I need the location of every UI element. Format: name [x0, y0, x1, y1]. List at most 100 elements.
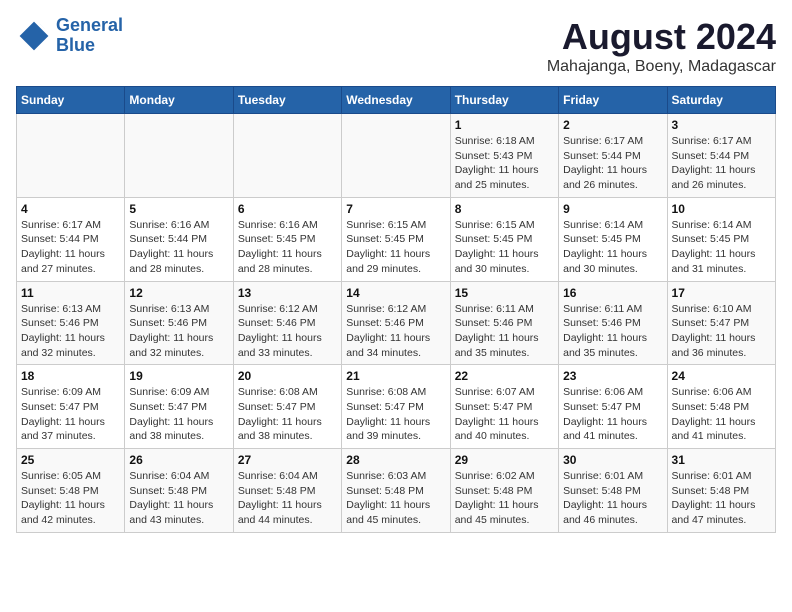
calendar-cell: 13 Sunrise: 6:12 AMSunset: 5:46 PMDayligh…: [233, 281, 341, 365]
calendar-week-row: 25 Sunrise: 6:05 AMSunset: 5:48 PMDayligh…: [17, 449, 776, 533]
subtitle: Mahajanga, Boeny, Madagascar: [547, 58, 776, 76]
day-info: Sunrise: 6:04 AMSunset: 5:48 PMDaylight:…: [129, 469, 228, 528]
day-info: Sunrise: 6:06 AMSunset: 5:47 PMDaylight:…: [563, 385, 662, 444]
day-number: 11: [21, 286, 120, 300]
calendar-cell: 12Sunrise: 6:13 AMSunset: 5:46 PMDayligh…: [125, 281, 233, 365]
day-info: Sunrise: 6:09 AMSunset: 5:47 PMDaylight:…: [21, 385, 120, 444]
calendar-cell: 11 Sunrise: 6:13 AMSunset: 5:46 PMDayligh…: [17, 281, 125, 365]
day-info: Sunrise: 6:02 AMSunset: 5:48 PMDaylight:…: [455, 469, 554, 528]
day-number: 17: [672, 286, 771, 300]
calendar-cell: 29 Sunrise: 6:02 AMSunset: 5:48 PMDayligh…: [450, 449, 558, 533]
calendar-cell: 17 Sunrise: 6:10 AMSunset: 5:47 PMDayligh…: [667, 281, 775, 365]
day-of-week-header: Monday: [125, 87, 233, 114]
day-number: 14: [346, 286, 445, 300]
calendar-cell: 26 Sunrise: 6:04 AMSunset: 5:48 PMDayligh…: [125, 449, 233, 533]
day-number: 15: [455, 286, 554, 300]
calendar-cell: 6 Sunrise: 6:16 AMSunset: 5:45 PMDaylight…: [233, 197, 341, 281]
calendar-cell: 22 Sunrise: 6:07 AMSunset: 5:47 PMDayligh…: [450, 365, 558, 449]
calendar-cell: 5Sunrise: 6:16 AMSunset: 5:44 PMDaylight…: [125, 197, 233, 281]
day-info: Sunrise: 6:11 AMSunset: 5:46 PMDaylight:…: [563, 302, 662, 361]
day-number: 21: [346, 369, 445, 383]
calendar-cell: 31 Sunrise: 6:01 AMSunset: 5:48 PMDayligh…: [667, 449, 775, 533]
day-info: Sunrise: 6:12 AMSunset: 5:46 PMDaylight:…: [346, 302, 445, 361]
day-of-week-header: Friday: [559, 87, 667, 114]
day-info: Sunrise: 6:15 AMSunset: 5:45 PMDaylight:…: [455, 218, 554, 277]
calendar-cell: 25 Sunrise: 6:05 AMSunset: 5:48 PMDayligh…: [17, 449, 125, 533]
calendar-cell: 3Sunrise: 6:17 AMSunset: 5:44 PMDaylight…: [667, 114, 775, 198]
day-number: 9: [563, 202, 662, 216]
calendar-cell: 16 Sunrise: 6:11 AMSunset: 5:46 PMDayligh…: [559, 281, 667, 365]
calendar-cell: 7Sunrise: 6:15 AMSunset: 5:45 PMDaylight…: [342, 197, 450, 281]
day-number: 29: [455, 453, 554, 467]
day-number: 13: [238, 286, 337, 300]
calendar-cell: 18 Sunrise: 6:09 AMSunset: 5:47 PMDayligh…: [17, 365, 125, 449]
day-info: Sunrise: 6:13 AMSunset: 5:46 PMDaylight:…: [21, 302, 120, 361]
calendar-cell: [233, 114, 341, 198]
title-area: August 2024 Mahajanga, Boeny, Madagascar: [547, 16, 776, 76]
calendar-cell: 14 Sunrise: 6:12 AMSunset: 5:46 PMDayligh…: [342, 281, 450, 365]
day-info: Sunrise: 6:08 AMSunset: 5:47 PMDaylight:…: [346, 385, 445, 444]
calendar-cell: 28 Sunrise: 6:03 AMSunset: 5:48 PMDayligh…: [342, 449, 450, 533]
day-number: 4: [21, 202, 120, 216]
calendar-cell: 10 Sunrise: 6:14 AMSunset: 5:45 PMDayligh…: [667, 197, 775, 281]
day-number: 19: [129, 369, 228, 383]
day-number: 5: [129, 202, 228, 216]
page-header: General Blue August 2024 Mahajanga, Boen…: [16, 16, 776, 76]
day-info: Sunrise: 6:01 AMSunset: 5:48 PMDaylight:…: [563, 469, 662, 528]
day-info: Sunrise: 6:01 AMSunset: 5:48 PMDaylight:…: [672, 469, 771, 528]
day-of-week-header: Sunday: [17, 87, 125, 114]
day-of-week-header: Wednesday: [342, 87, 450, 114]
calendar-cell: [342, 114, 450, 198]
day-number: 10: [672, 202, 771, 216]
calendar-cell: [17, 114, 125, 198]
day-info: Sunrise: 6:16 AMSunset: 5:45 PMDaylight:…: [238, 218, 337, 277]
day-info: Sunrise: 6:05 AMSunset: 5:48 PMDaylight:…: [21, 469, 120, 528]
calendar-header-row: SundayMondayTuesdayWednesdayThursdayFrid…: [17, 87, 776, 114]
calendar-cell: 21 Sunrise: 6:08 AMSunset: 5:47 PMDayligh…: [342, 365, 450, 449]
day-number: 27: [238, 453, 337, 467]
day-number: 26: [129, 453, 228, 467]
day-number: 31: [672, 453, 771, 467]
day-info: Sunrise: 6:17 AMSunset: 5:44 PMDaylight:…: [563, 134, 662, 193]
main-title: August 2024: [547, 16, 776, 58]
day-info: Sunrise: 6:11 AMSunset: 5:46 PMDaylight:…: [455, 302, 554, 361]
day-info: Sunrise: 6:14 AMSunset: 5:45 PMDaylight:…: [672, 218, 771, 277]
calendar-cell: 24Sunrise: 6:06 AMSunset: 5:48 PMDayligh…: [667, 365, 775, 449]
day-info: Sunrise: 6:08 AMSunset: 5:47 PMDaylight:…: [238, 385, 337, 444]
calendar-cell: 9Sunrise: 6:14 AMSunset: 5:45 PMDaylight…: [559, 197, 667, 281]
day-of-week-header: Tuesday: [233, 87, 341, 114]
calendar-cell: 30Sunrise: 6:01 AMSunset: 5:48 PMDayligh…: [559, 449, 667, 533]
calendar-cell: 2Sunrise: 6:17 AMSunset: 5:44 PMDaylight…: [559, 114, 667, 198]
logo-icon: [16, 18, 52, 54]
calendar-week-row: 4 Sunrise: 6:17 AMSunset: 5:44 PMDaylight…: [17, 197, 776, 281]
calendar-week-row: 1Sunrise: 6:18 AMSunset: 5:43 PMDaylight…: [17, 114, 776, 198]
day-number: 25: [21, 453, 120, 467]
day-info: Sunrise: 6:04 AMSunset: 5:48 PMDaylight:…: [238, 469, 337, 528]
day-info: Sunrise: 6:12 AMSunset: 5:46 PMDaylight:…: [238, 302, 337, 361]
calendar-cell: 20 Sunrise: 6:08 AMSunset: 5:47 PMDayligh…: [233, 365, 341, 449]
day-of-week-header: Saturday: [667, 87, 775, 114]
day-info: Sunrise: 6:18 AMSunset: 5:43 PMDaylight:…: [455, 134, 554, 193]
calendar-cell: 15 Sunrise: 6:11 AMSunset: 5:46 PMDayligh…: [450, 281, 558, 365]
calendar-week-row: 11 Sunrise: 6:13 AMSunset: 5:46 PMDayligh…: [17, 281, 776, 365]
day-number: 6: [238, 202, 337, 216]
day-number: 23: [563, 369, 662, 383]
day-number: 18: [21, 369, 120, 383]
day-number: 20: [238, 369, 337, 383]
calendar-table: SundayMondayTuesdayWednesdayThursdayFrid…: [16, 86, 776, 533]
day-info: Sunrise: 6:17 AMSunset: 5:44 PMDaylight:…: [21, 218, 120, 277]
day-number: 28: [346, 453, 445, 467]
calendar-cell: 27 Sunrise: 6:04 AMSunset: 5:48 PMDayligh…: [233, 449, 341, 533]
day-info: Sunrise: 6:07 AMSunset: 5:47 PMDaylight:…: [455, 385, 554, 444]
day-info: Sunrise: 6:03 AMSunset: 5:48 PMDaylight:…: [346, 469, 445, 528]
day-number: 3: [672, 118, 771, 132]
calendar-cell: 23 Sunrise: 6:06 AMSunset: 5:47 PMDayligh…: [559, 365, 667, 449]
day-info: Sunrise: 6:15 AMSunset: 5:45 PMDaylight:…: [346, 218, 445, 277]
day-number: 16: [563, 286, 662, 300]
day-number: 22: [455, 369, 554, 383]
calendar-cell: 8Sunrise: 6:15 AMSunset: 5:45 PMDaylight…: [450, 197, 558, 281]
calendar-week-row: 18 Sunrise: 6:09 AMSunset: 5:47 PMDayligh…: [17, 365, 776, 449]
day-number: 12: [129, 286, 228, 300]
day-of-week-header: Thursday: [450, 87, 558, 114]
day-info: Sunrise: 6:10 AMSunset: 5:47 PMDaylight:…: [672, 302, 771, 361]
